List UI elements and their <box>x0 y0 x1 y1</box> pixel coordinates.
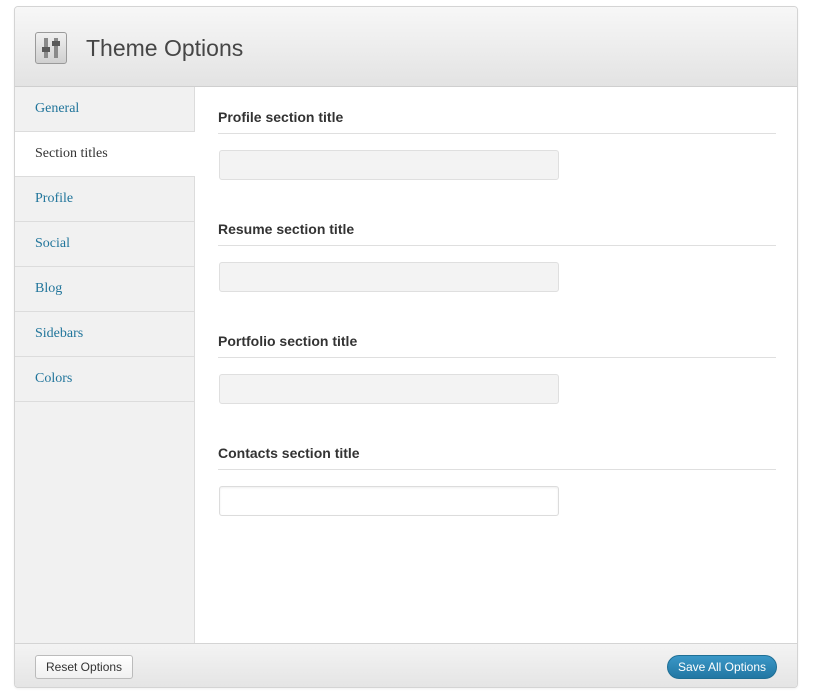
field-label: Profile section title <box>218 107 776 134</box>
contacts-title-field: Contacts section title <box>218 443 776 516</box>
sidebar-item-general[interactable]: General <box>15 87 194 132</box>
portfolio-section-title-input[interactable] <box>219 374 559 404</box>
options-content: Profile section title Resume section tit… <box>195 87 797 643</box>
resume-section-title-input[interactable] <box>219 262 559 292</box>
profile-section-title-input[interactable] <box>219 150 559 180</box>
page-title: Theme Options <box>86 35 244 61</box>
resume-title-field: Resume section title <box>218 219 776 292</box>
field-label: Contacts section title <box>218 443 776 470</box>
panel-footer: Reset Options Save All Options <box>15 643 797 687</box>
sidebar-item-colors[interactable]: Colors <box>15 357 194 402</box>
theme-options-panel: Theme Options General Section titles Pro… <box>14 6 798 688</box>
sidebar-item-blog[interactable]: Blog <box>15 267 194 312</box>
panel-header: Theme Options <box>15 7 797 87</box>
reset-options-button[interactable]: Reset Options <box>35 655 134 679</box>
field-label: Portfolio section title <box>218 331 776 358</box>
options-sidebar: General Section titles Profile Social Bl… <box>15 87 195 643</box>
profile-title-field: Profile section title <box>218 107 776 180</box>
contacts-section-title-input[interactable] <box>219 486 559 516</box>
field-label: Resume section title <box>218 219 776 246</box>
save-all-options-button[interactable]: Save All Options <box>666 655 777 679</box>
sidebar-item-profile[interactable]: Profile <box>15 177 194 222</box>
settings-sliders-icon <box>35 32 67 64</box>
sidebar-item-section-titles[interactable]: Section titles <box>15 132 195 177</box>
sidebar-item-sidebars[interactable]: Sidebars <box>15 312 194 357</box>
sidebar-item-social[interactable]: Social <box>15 222 194 267</box>
portfolio-title-field: Portfolio section title <box>218 331 776 404</box>
